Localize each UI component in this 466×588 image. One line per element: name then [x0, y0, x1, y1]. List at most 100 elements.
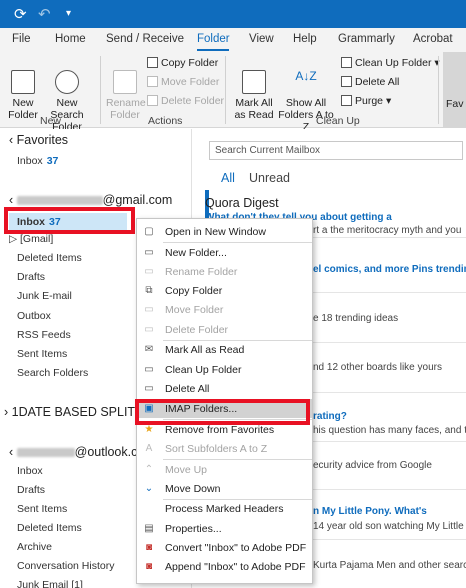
- context-menu-item[interactable]: ▭ Delete Folder: [137, 320, 312, 339]
- context-menu-item[interactable]: ⌃ Move Up: [137, 460, 312, 479]
- context-menu-item[interactable]: ▭ Rename Folder: [137, 262, 312, 281]
- tab-folder[interactable]: Folder: [197, 33, 230, 45]
- favorites-group-partial[interactable]: Fav: [443, 52, 466, 128]
- imap-highlight-box: [135, 399, 310, 425]
- date-split-account[interactable]: › 1DATE BASED SPLIT: [4, 405, 135, 419]
- unread-count: 37: [46, 155, 59, 167]
- mark-all-read-button[interactable]: Mark All as Read: [231, 58, 277, 121]
- context-menu-item[interactable]: ▤ Properties...: [137, 519, 312, 538]
- tab-help[interactable]: Help: [293, 33, 317, 45]
- mark-all-read-label: Mark All as Read: [234, 97, 274, 121]
- delete-folder-label: Delete Folder: [161, 95, 225, 107]
- gmail-folder[interactable]: ▷ [Gmail]: [9, 233, 53, 245]
- rss-feeds-folder[interactable]: RSS Feeds: [17, 329, 71, 341]
- gmail-account-label: @gmail.com: [102, 193, 173, 207]
- context-menu-item[interactable]: ▭ Clean Up Folder: [137, 360, 312, 379]
- favorites-header[interactable]: ‹ Favorites: [9, 133, 68, 147]
- message-subject[interactable]: el comics, and more Pins trending on: [313, 264, 466, 275]
- group-new-label: New: [40, 115, 62, 127]
- context-menu-item[interactable]: ▭ New Folder...: [137, 243, 312, 262]
- favorite-inbox[interactable]: Inbox 37: [17, 155, 58, 167]
- context-menu-item[interactable]: Process Marked Headers: [137, 499, 312, 518]
- inbox-highlight-box: [4, 207, 135, 234]
- context-menu-label: Rename Folder: [165, 265, 238, 278]
- context-menu-item[interactable]: ◙ Append "Inbox" to Adobe PDF: [137, 557, 312, 576]
- tab-acrobat[interactable]: Acrobat: [413, 33, 453, 45]
- move-folder-button[interactable]: Move Folder: [147, 76, 219, 88]
- search-folders-folder[interactable]: Search Folders: [17, 367, 88, 379]
- sort-az-icon: A↓Z: [295, 69, 317, 83]
- new-folder-icon: ▭: [144, 246, 154, 258]
- active-tab-indicator: [197, 49, 229, 51]
- context-menu-item[interactable]: ▢ Open in New Window: [137, 222, 312, 241]
- gmail-account-header[interactable]: ‹ @gmail.com: [9, 193, 172, 207]
- context-menu-item[interactable]: ▭ Move Folder: [137, 300, 312, 319]
- outlook-inbox-folder[interactable]: Inbox: [17, 465, 43, 477]
- outlook-account-header[interactable]: ‹ @outlook.com: [9, 445, 155, 459]
- clean-up-folder-button[interactable]: Clean Up Folder ▾: [341, 57, 440, 69]
- context-menu-label: Move Down: [165, 482, 221, 495]
- sent-items-folder[interactable]: Sent Items: [17, 348, 67, 360]
- ribbon: New Folder New Search Folder New Rename …: [0, 52, 466, 133]
- outbox-folder[interactable]: Outbox: [17, 310, 51, 322]
- open-window-icon: ▢: [144, 226, 154, 237]
- delete-all-icon: [341, 76, 352, 87]
- copy-folder-icon: [147, 57, 158, 68]
- context-menu-item[interactable]: ⧉ Copy Folder: [137, 281, 312, 300]
- archive-folder[interactable]: Archive: [17, 541, 52, 553]
- copy-folder-button[interactable]: Copy Folder: [147, 57, 218, 69]
- context-menu-label: Clean Up Folder: [165, 363, 242, 376]
- message-preview: Kurta Pajama Men and other search: [313, 560, 466, 571]
- message-preview: ecurity advice from Google: [313, 460, 432, 471]
- filter-all[interactable]: All: [221, 171, 235, 185]
- context-menu-label: Move Folder: [165, 304, 224, 317]
- search-input[interactable]: Search Current Mailbox: [209, 141, 463, 160]
- star-icon: ★: [144, 423, 154, 435]
- message-preview: 14 year old son watching My Little: [313, 521, 464, 532]
- tab-file[interactable]: File: [12, 33, 31, 45]
- context-menu-item[interactable]: ▭ Delete All: [137, 379, 312, 398]
- customize-quick-access-icon[interactable]: ▾: [66, 8, 71, 19]
- context-menu-item[interactable]: ✉ Mark All as Read: [137, 340, 312, 359]
- context-menu-item[interactable]: ◙ Convert "Inbox" to Adobe PDF: [137, 538, 312, 557]
- message-preview: his question has many faces, and th: [313, 425, 466, 436]
- favorites-partial-label: Fav: [446, 98, 464, 110]
- purge-button[interactable]: Purge ▾: [341, 95, 391, 107]
- tab-home[interactable]: Home: [55, 33, 86, 45]
- context-menu-label: Append "Inbox" to Adobe PDF: [165, 561, 306, 574]
- group-divider: [225, 56, 226, 124]
- deleted-items-folder[interactable]: Deleted Items: [17, 252, 82, 264]
- folder-icon: [11, 70, 35, 94]
- conversation-history-folder[interactable]: Conversation History: [17, 560, 114, 572]
- junk-email-folder[interactable]: Junk E-mail: [17, 290, 72, 302]
- message-subject[interactable]: rating?: [313, 411, 347, 422]
- chevron-down-icon: ⌄: [144, 482, 154, 494]
- send-receive-icon[interactable]: ⟳: [14, 5, 27, 23]
- move-folder-label: Move Folder: [161, 76, 220, 88]
- drafts-folder[interactable]: Drafts: [17, 271, 45, 283]
- filter-unread[interactable]: Unread: [249, 171, 290, 185]
- context-menu-item[interactable]: A Sort Subfolders A to Z: [137, 439, 312, 458]
- context-menu-label: Delete All: [165, 382, 210, 395]
- outlook-sent-folder[interactable]: Sent Items: [17, 503, 67, 515]
- favorites-label: Favorites: [16, 133, 69, 147]
- outlook-drafts-folder[interactable]: Drafts: [17, 484, 45, 496]
- delete-folder-button[interactable]: Delete Folder: [147, 95, 224, 107]
- gmail-folder-label: [Gmail]: [20, 233, 54, 245]
- favorite-inbox-label: Inbox: [17, 155, 43, 167]
- rename-folder-button[interactable]: Rename Folder: [106, 58, 146, 121]
- context-menu-label: Remove from Favorites: [165, 423, 275, 436]
- tab-view[interactable]: View: [249, 33, 274, 45]
- tab-grammarly[interactable]: Grammarly: [338, 33, 395, 45]
- message-subject[interactable]: n My Little Pony. What's: [313, 506, 427, 517]
- new-folder-button[interactable]: New Folder: [6, 58, 40, 121]
- tab-send-receive[interactable]: Send / Receive: [106, 33, 184, 45]
- context-menu-item[interactable]: ⌄ Move Down: [137, 479, 312, 498]
- undo-icon[interactable]: ↶: [38, 5, 51, 23]
- clean-up-icon: ▭: [144, 363, 154, 375]
- delete-all-button[interactable]: Delete All: [341, 76, 399, 88]
- group-clean-up-label: Clean Up: [316, 115, 360, 127]
- outlook-junk-folder[interactable]: Junk Email [1]: [17, 579, 83, 588]
- delete-all-label: Delete All: [355, 76, 400, 88]
- outlook-deleted-folder[interactable]: Deleted Items: [17, 522, 82, 534]
